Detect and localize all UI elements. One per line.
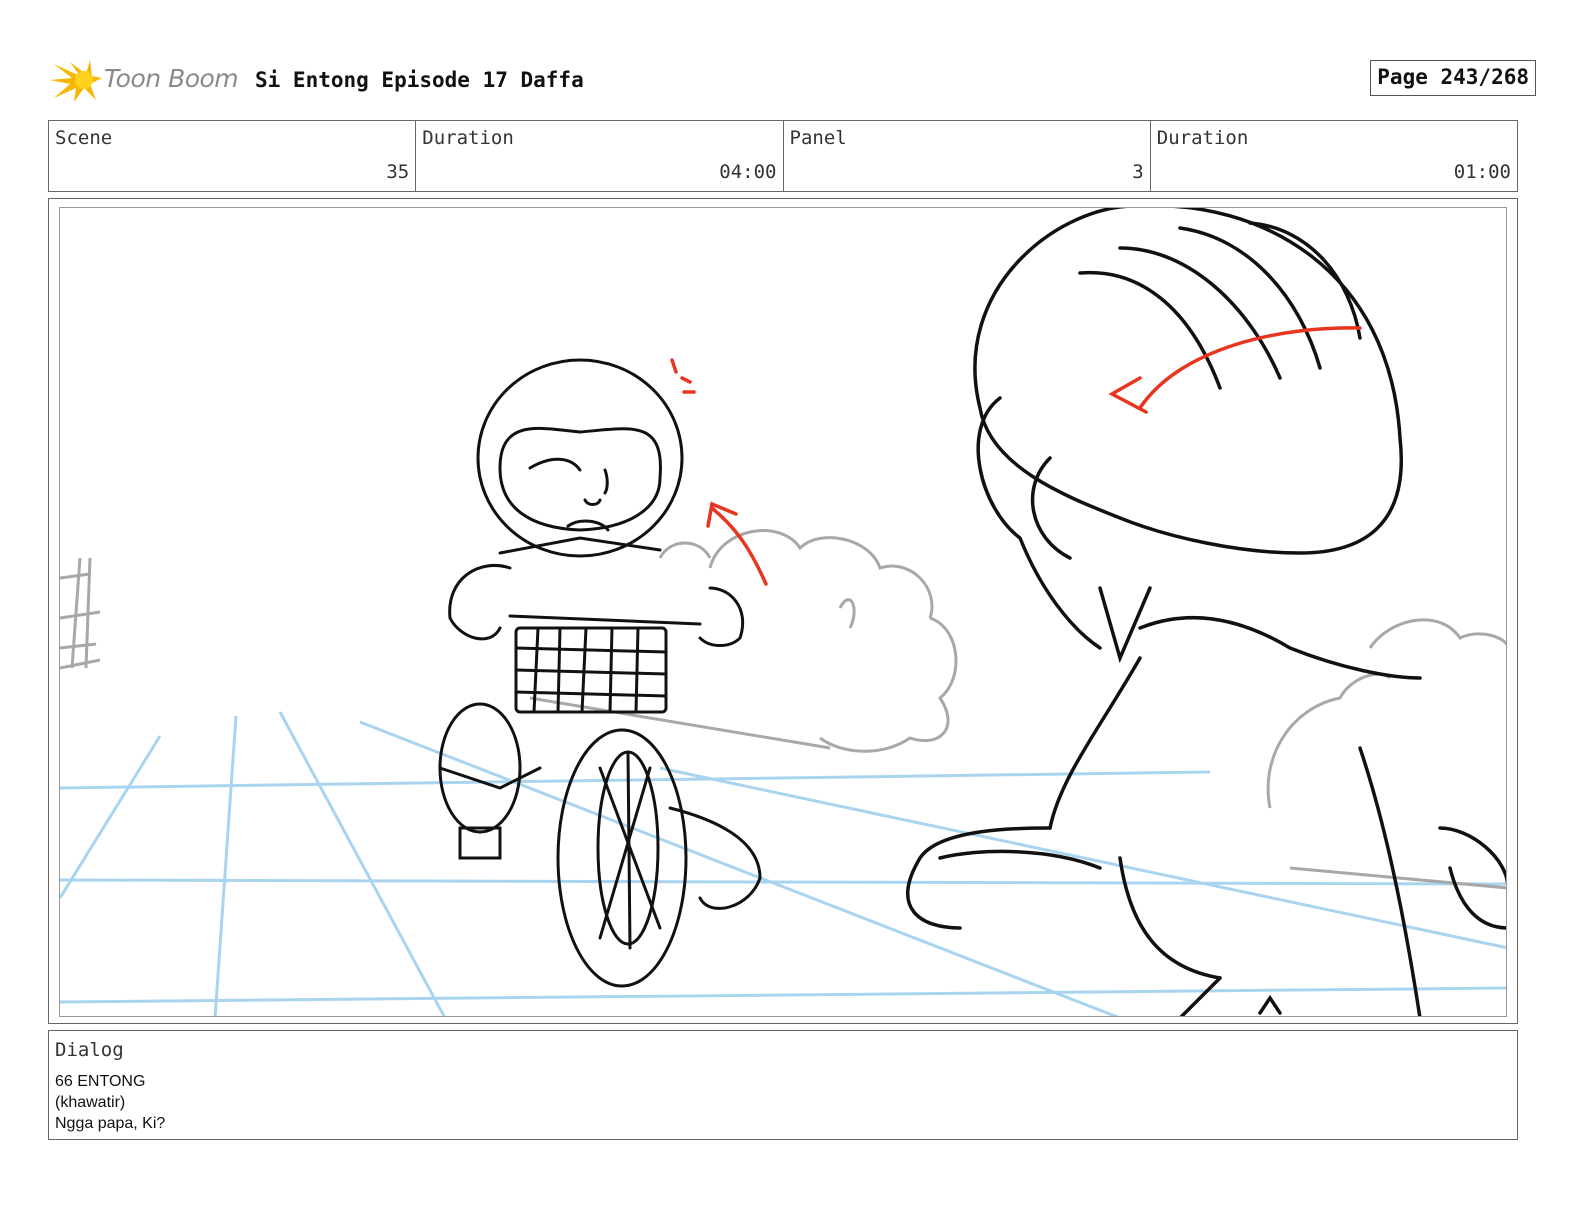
document-title: Si Entong Episode 17 Daffa [255,68,584,92]
panel-cell: Panel 3 [784,121,1151,191]
glance-arrow [710,506,768,586]
toon-boom-logo: Toon Boom [50,56,240,106]
child-on-bike-sketch [438,358,762,988]
scene-duration-label: Duration [422,127,514,149]
scene-duration-value: 04:00 [719,161,777,183]
scene-info-row: Scene 35 Duration 04:00 Panel 3 Duration… [48,120,1518,192]
logo-text: Toon Boom [104,64,239,93]
panel-value: 3 [1132,161,1144,183]
storyboard-header: Toon Boom Si Entong Episode 17 Daffa Pag… [50,56,1536,106]
panel-duration-value: 01:00 [1453,161,1511,183]
motion-arrows [670,326,1362,586]
dialog-box: Dialog 66 ENTONG (khawatir) Ngga papa, K… [48,1030,1518,1140]
background-bushes [60,529,1506,890]
storyboard-panel-frame [48,198,1518,1024]
dialog-text: 66 ENTONG (khawatir) Ngga papa, Ki? [55,1071,165,1134]
head-turn-arrow [1138,326,1362,410]
scene-duration-cell: Duration 04:00 [416,121,784,191]
scene-cell: Scene 35 [49,121,417,191]
storyboard-drawing [59,207,1507,1017]
foreground-boy-sketch [906,208,1506,1016]
scene-value: 35 [386,161,410,183]
page-number: Page 243/268 [1370,60,1536,96]
panel-label: Panel [789,127,847,149]
dialog-line-direction: (khawatir) [55,1094,126,1111]
dialog-line-speaker: 66 ENTONG [55,1073,146,1090]
dialog-label: Dialog [55,1039,124,1061]
panel-duration-cell: Duration 01:00 [1151,121,1517,191]
sketch-illustration [60,208,1506,1016]
perspective-guides [60,711,1506,1016]
scene-label: Scene [55,127,113,149]
panel-duration-label: Duration [1156,127,1249,149]
starburst-icon [50,60,102,102]
dialog-line-speech: Ngga papa, Ki? [55,1115,166,1132]
